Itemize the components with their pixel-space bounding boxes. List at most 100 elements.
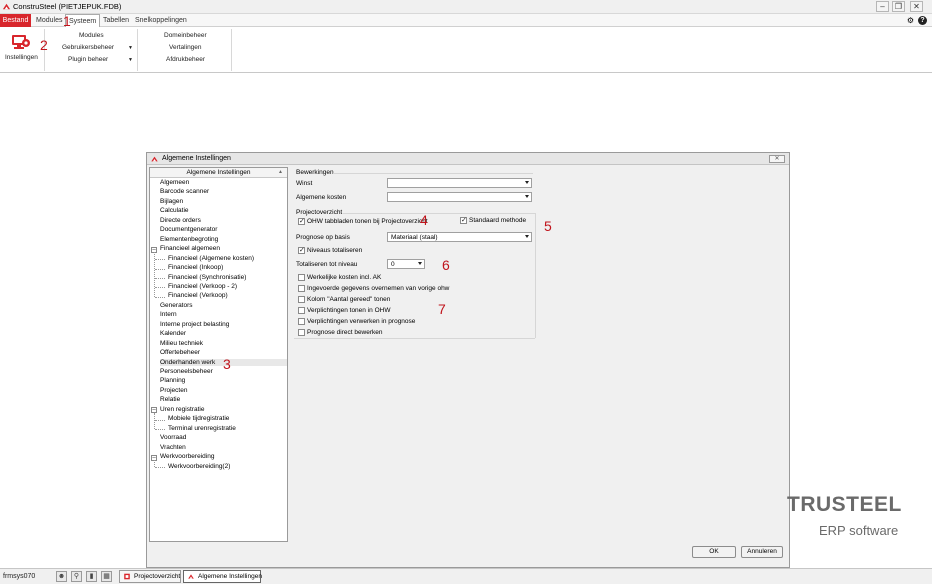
tree-item[interactable]: Werkvoorbereiding bbox=[160, 453, 214, 460]
group-divider bbox=[535, 213, 536, 338]
tree-item[interactable]: Financieel algemeen bbox=[160, 245, 220, 252]
option-checkbox[interactable] bbox=[298, 318, 305, 325]
option-checkbox[interactable] bbox=[298, 274, 305, 281]
tree-item[interactable]: Financieel (Synchronisatie) bbox=[168, 274, 246, 281]
option-label: Verplichtingen verwerken in prognose bbox=[307, 318, 416, 325]
settings-dialog: Algemene Instellingen ✕ Algemene Instell… bbox=[146, 152, 790, 568]
task-algemene-instellingen[interactable]: Algemene Instellingen bbox=[183, 570, 262, 583]
app-logo-icon bbox=[151, 156, 158, 162]
algemene-kosten-select[interactable] bbox=[387, 192, 532, 202]
menu-snelkoppelingen[interactable]: Snelkoppelingen bbox=[135, 14, 187, 27]
ok-button[interactable]: OK bbox=[692, 546, 736, 558]
tree-item[interactable]: Financieel (Verkoop - 2) bbox=[168, 283, 237, 290]
tree-item[interactable]: Financieel (Verkoop) bbox=[168, 292, 228, 299]
settings-monitor-icon[interactable] bbox=[11, 34, 31, 50]
tree-body: Algemeen Barcode scanner Bijlagen Calculati… bbox=[150, 179, 287, 541]
dialog-close-button[interactable]: ✕ bbox=[769, 155, 785, 163]
app-logo-icon bbox=[124, 573, 130, 580]
tree-item[interactable]: Kalender bbox=[160, 330, 186, 337]
tree-item[interactable]: Directe orders bbox=[160, 217, 201, 224]
restore-button[interactable]: ❐ bbox=[892, 1, 905, 12]
tree-item[interactable]: Relatie bbox=[160, 396, 180, 403]
menu-bar: Bestand Modules Systeem Tabellen Snelkop… bbox=[0, 14, 932, 27]
user-icon[interactable]: ☻ bbox=[56, 571, 67, 582]
option-checkbox[interactable] bbox=[298, 285, 305, 292]
group-bewerkingen-label: Bewerkingen bbox=[296, 169, 334, 176]
tree-item[interactable]: Voorraad bbox=[160, 434, 186, 441]
close-button[interactable]: ✕ bbox=[910, 1, 923, 12]
niveaus-totaliseren-label: Niveaus totaliseren bbox=[307, 247, 363, 254]
chevron-down-icon bbox=[525, 235, 529, 238]
tree-item[interactable]: Barcode scanner bbox=[160, 188, 209, 195]
tree-item[interactable]: Financieel (Inkoop) bbox=[168, 264, 223, 271]
prognose-value: Materiaal (staal) bbox=[391, 234, 438, 241]
tree-item[interactable]: Personeelsbeheer bbox=[160, 368, 213, 375]
tree-item[interactable]: Documentgenerator bbox=[160, 226, 217, 233]
brand-name: TRUSTEEL bbox=[787, 493, 902, 516]
tree-item[interactable]: Planning bbox=[160, 377, 185, 384]
tree-connector bbox=[154, 252, 155, 297]
prognose-select[interactable]: Materiaal (staal) bbox=[387, 232, 532, 242]
ohw-tabbladen-checkbox[interactable]: ✓ bbox=[298, 218, 305, 225]
group-projectoverzicht-label: Projectoverzicht bbox=[296, 209, 343, 216]
tree-connector bbox=[155, 268, 165, 270]
tree-item[interactable]: Mobiele tijdregistratie bbox=[168, 415, 229, 422]
ribbon-afdrukbeheer[interactable]: Afdrukbeheer bbox=[166, 56, 205, 63]
attachment-icon[interactable]: ▮ bbox=[86, 571, 97, 582]
ohw-tabbladen-label: OHW tabbladen tonen bij Projectoverzicht bbox=[307, 218, 428, 225]
tree-header[interactable]: Algemene Instellingen bbox=[150, 168, 287, 178]
option-label: Verplichtingen tonen in OHW bbox=[307, 307, 391, 314]
tree-item[interactable]: Offertebeheer bbox=[160, 349, 200, 356]
grid-icon[interactable]: ▦ bbox=[101, 571, 112, 582]
tree-item[interactable]: Uren registratie bbox=[160, 406, 204, 413]
tree-item[interactable]: Intern bbox=[160, 311, 177, 318]
tree-item[interactable]: Bijlagen bbox=[160, 198, 183, 205]
tree-item[interactable]: Werkvoorbereiding(2) bbox=[168, 463, 230, 470]
menu-bestand[interactable]: Bestand bbox=[0, 14, 31, 27]
tree-item[interactable]: Terminal urenregistratie bbox=[168, 425, 236, 432]
task-projectoverzicht[interactable]: Projectoverzicht bbox=[119, 570, 181, 583]
dialog-title: Algemene Instellingen bbox=[162, 155, 231, 162]
tree-connector bbox=[155, 287, 165, 289]
option-label: Werkelijke kosten incl. AK bbox=[307, 274, 382, 281]
niveaus-totaliseren-checkbox[interactable]: ✓ bbox=[298, 247, 305, 254]
option-checkbox[interactable] bbox=[298, 329, 305, 336]
menu-modules[interactable]: Modules bbox=[36, 14, 62, 27]
ribbon-vertalingen[interactable]: Vertalingen bbox=[169, 44, 202, 51]
tree-item[interactable]: Milieu techniek bbox=[160, 340, 203, 347]
brand-tagline: ERP software bbox=[819, 523, 899, 538]
totaliseren-value: 0 bbox=[391, 261, 395, 268]
tree-item[interactable]: Elementenbegroting bbox=[160, 236, 218, 243]
search-icon[interactable]: ⚲ bbox=[71, 571, 82, 582]
title-bar: ConstruSteel (PIETJEPUK.FDB) – ❐ ✕ bbox=[0, 0, 932, 14]
tree-item[interactable]: Algemeen bbox=[160, 179, 189, 186]
ribbon: Instellingen Modules Gebruikersbeheer ▼ … bbox=[0, 27, 932, 73]
ribbon-domeinbeheer[interactable]: Domeinbeheer bbox=[164, 32, 207, 39]
totaliseren-select[interactable]: 0 bbox=[387, 259, 425, 269]
ribbon-gebruikersbeheer[interactable]: Gebruikersbeheer bbox=[62, 44, 114, 51]
tree-item[interactable]: Generators bbox=[160, 302, 193, 309]
winst-select[interactable] bbox=[387, 178, 532, 188]
tree-item[interactable]: Interne project belasting bbox=[160, 321, 229, 328]
tree-item[interactable]: Vrachten bbox=[160, 444, 186, 451]
ribbon-plugin-beheer[interactable]: Plugin beheer bbox=[68, 56, 108, 63]
standaard-methode-label: Standaard methode bbox=[469, 217, 527, 224]
option-checkbox[interactable] bbox=[298, 296, 305, 303]
standaard-methode-checkbox[interactable]: ✓ bbox=[460, 217, 467, 224]
status-bar: frmsys070 ☻ ⚲ ▮ ▦ Projectoverzicht Algem… bbox=[0, 568, 932, 584]
tree-item[interactable]: Financieel (Algemene kosten) bbox=[168, 255, 254, 262]
help-icon[interactable]: ? bbox=[918, 16, 927, 25]
minimize-button[interactable]: – bbox=[876, 1, 889, 12]
tree-item[interactable]: Projecten bbox=[160, 387, 187, 394]
menu-tabellen[interactable]: Tabellen bbox=[103, 14, 129, 27]
gear-icon[interactable]: ⚙ bbox=[906, 16, 915, 25]
tree-item[interactable]: Calculatie bbox=[160, 207, 189, 214]
annotation-3: 3 bbox=[223, 356, 231, 372]
instellingen-button[interactable]: Instellingen bbox=[5, 54, 38, 61]
app-logo-icon bbox=[188, 574, 194, 579]
annuleren-button[interactable]: Annuleren bbox=[741, 546, 783, 558]
tree-connector bbox=[155, 259, 165, 261]
option-checkbox[interactable] bbox=[298, 307, 305, 314]
ribbon-modules[interactable]: Modules bbox=[79, 32, 104, 39]
group-divider bbox=[343, 213, 535, 214]
